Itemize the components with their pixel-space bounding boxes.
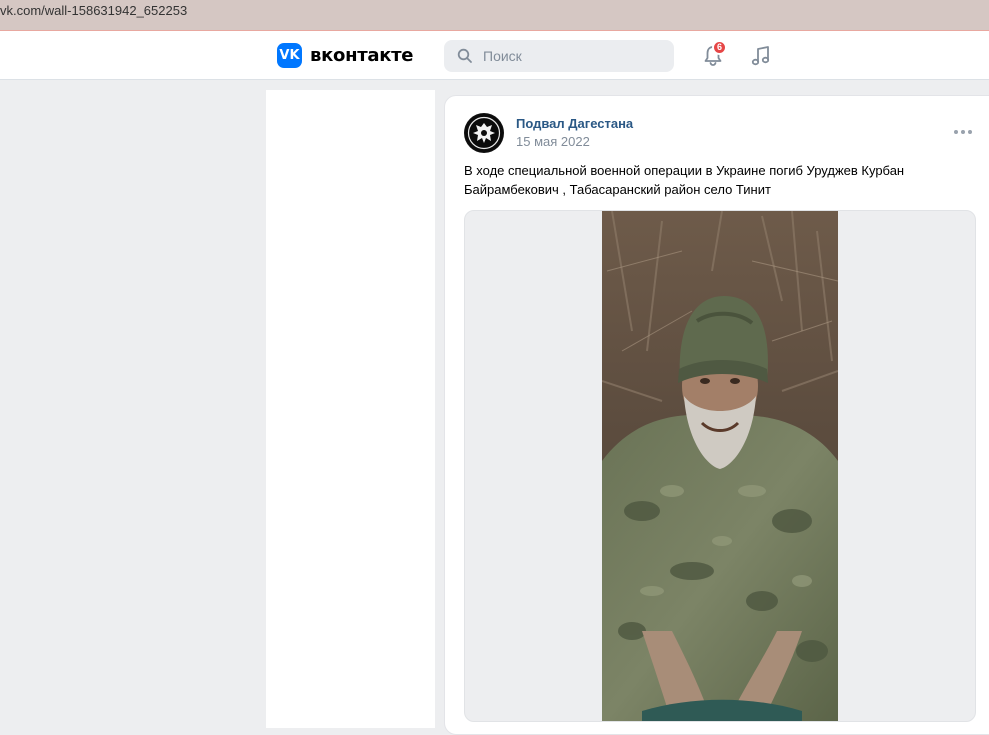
left-column [266,90,435,728]
notification-badge: 6 [712,40,727,55]
address-url[interactable]: vk.com/wall-158631942_652253 [0,3,187,18]
search-box[interactable] [444,40,674,72]
browser-address-bar: vk.com/wall-158631942_652253 [0,0,989,31]
vk-logo-icon: VK [277,43,302,68]
post-media[interactable] [464,210,976,722]
vk-logo[interactable]: VK вконтакте [277,43,413,68]
avatar[interactable] [464,113,504,153]
post-photo[interactable] [602,211,838,722]
post-date[interactable]: 15 мая 2022 [516,134,590,149]
logo-text: вконтакте [310,45,414,66]
post-text: В ходе специальной военной операции в Ук… [464,163,905,197]
top-header: VK вконтакте 6 [0,31,989,80]
music-icon[interactable] [748,43,774,69]
post-author[interactable]: Подвал Дагестана [516,116,633,131]
search-icon [457,48,472,63]
wall-post: Подвал Дагестана 15 мая 2022 В ходе спец… [444,95,989,735]
more-icon[interactable] [953,129,973,135]
eagle-emblem-icon [465,114,503,152]
search-input[interactable] [481,47,661,65]
